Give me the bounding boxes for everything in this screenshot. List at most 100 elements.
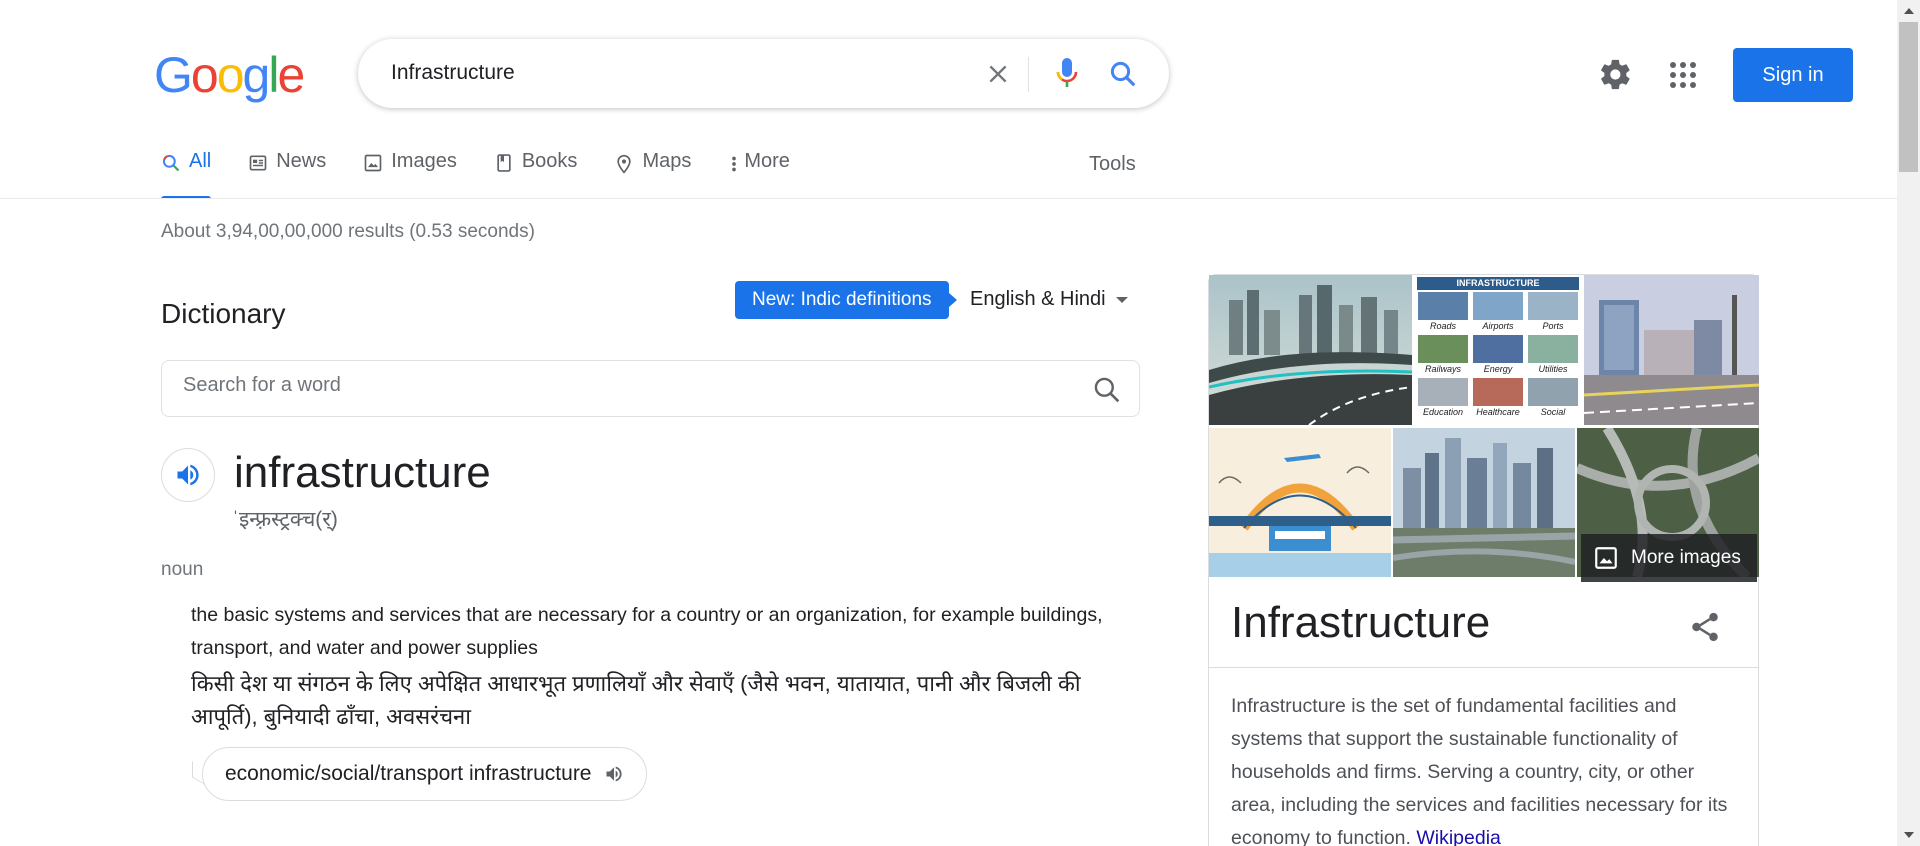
search-submit-button[interactable] (1105, 56, 1141, 92)
tools-button[interactable]: Tools (1089, 153, 1136, 176)
language-label: English & Hindi (970, 288, 1106, 310)
buildings-image (1584, 275, 1759, 425)
wikipedia-link[interactable]: Wikipedia (1416, 827, 1501, 846)
bridge-illustration (1209, 428, 1391, 577)
search-divider (1028, 57, 1029, 92)
definition-hindi: किसी देश या संगठन के लिए अपेक्षित आधारभू… (191, 671, 1081, 729)
google-apps-button[interactable] (1668, 60, 1698, 90)
sign-in-button[interactable]: Sign in (1733, 48, 1853, 102)
tab-more[interactable]: More (728, 150, 790, 199)
example-usage[interactable]: economic/social/transport infrastructure (202, 747, 647, 801)
speaker-icon (177, 464, 199, 486)
image-city-overpass[interactable] (1393, 428, 1575, 577)
part-of-speech: noun (161, 559, 204, 580)
logo-letter: l (268, 47, 279, 103)
tab-label: Images (391, 150, 457, 172)
speaker-icon[interactable] (604, 764, 624, 784)
collage-label: Energy (1483, 364, 1513, 374)
example-text: economic/social/transport infrastructure (225, 762, 592, 785)
apps-dot (1690, 62, 1696, 68)
logo-letter: e (277, 47, 305, 103)
definition-english: the basic systems and services that are … (191, 604, 1103, 659)
more-images-button[interactable]: More images (1581, 534, 1757, 582)
collage-label: Railways (1424, 364, 1461, 374)
collage-label: Airports (1482, 321, 1514, 331)
city-image (1393, 428, 1575, 577)
tab-label: Books (521, 150, 578, 172)
knowledge-panel-description: Infrastructure is the set of fundamental… (1231, 690, 1741, 846)
language-selector[interactable]: English & Hindi (970, 288, 1128, 311)
search-tabs: All News Images Books Maps More (161, 150, 827, 200)
apps-dot (1670, 72, 1676, 78)
more-vert-icon (732, 156, 737, 172)
collage-label: Ports (1542, 321, 1564, 331)
dictionary-search-input[interactable] (183, 374, 1043, 397)
collage-tiles (1418, 292, 1578, 406)
logo-letter: g (242, 47, 271, 103)
share-icon[interactable] (1688, 610, 1722, 644)
arrow-up-icon (1903, 8, 1914, 14)
collage-label: Social (1540, 407, 1566, 417)
image-icon (1595, 547, 1617, 569)
image-highway[interactable] (1209, 275, 1412, 425)
scrollbar-thumb[interactable] (1899, 22, 1918, 172)
scroll-up-button[interactable] (1897, 0, 1920, 22)
tab-news[interactable]: News (248, 150, 326, 199)
logo-letter: o (190, 47, 219, 103)
apps-dot (1680, 62, 1686, 68)
image-bridge-illustration[interactable] (1209, 428, 1391, 577)
map-pin-icon (617, 154, 632, 174)
tab-label: More (744, 150, 790, 172)
description-text: Infrastructure is the set of fundamental… (1231, 695, 1728, 846)
image-infrastructure-collage[interactable]: INFRASTRUCTURE Roads Airports Ports Rail… (1414, 275, 1582, 425)
image-modern-buildings[interactable] (1584, 275, 1759, 425)
apps-dot (1680, 82, 1686, 88)
logo-letter: G (154, 47, 193, 103)
indic-definitions-badge[interactable]: New: Indic definitions (735, 281, 957, 319)
collage-label: Healthcare (1476, 407, 1520, 417)
dictionary-search-box[interactable] (161, 360, 1140, 417)
collage-label: Education (1422, 407, 1464, 417)
phonetic-spelling: ˈइन्फ़्रस्ट्रक्च(र्) (232, 508, 338, 531)
chevron-down-icon (1115, 296, 1128, 303)
logo-letter: o (216, 47, 245, 103)
apps-dot (1670, 82, 1676, 88)
collage-label: Utilities (1538, 364, 1568, 374)
tab-books[interactable]: Books (494, 150, 578, 199)
image-icon (364, 154, 382, 172)
result-stats: About 3,94,00,00,000 results (0.53 secon… (161, 221, 535, 242)
apps-dot (1670, 62, 1676, 68)
apps-dot (1690, 82, 1696, 88)
arrow-down-icon (1903, 832, 1914, 838)
dictionary-word: infrastructure (234, 448, 491, 497)
gear-icon (1601, 59, 1630, 90)
more-images-label: More images (1631, 547, 1741, 568)
search-icon (162, 154, 180, 172)
collage-label: Roads (1429, 321, 1456, 331)
tab-label: All (189, 150, 212, 172)
tab-label: Maps (642, 150, 692, 172)
dictionary-heading: Dictionary (161, 298, 286, 329)
knowledge-panel-title: Infrastructure (1231, 598, 1491, 647)
scroll-down-button[interactable] (1897, 824, 1920, 846)
news-icon (249, 155, 267, 171)
book-icon (497, 154, 511, 172)
tab-all[interactable]: All (161, 150, 212, 199)
search-box[interactable]: Infrastructure (358, 39, 1169, 108)
pronunciation-button[interactable] (161, 448, 215, 502)
close-icon (989, 65, 1006, 82)
google-logo[interactable]: Google (154, 47, 305, 103)
microphone-icon (1056, 58, 1077, 87)
search-input[interactable]: Infrastructure (391, 61, 515, 85)
tab-images[interactable]: Images (363, 150, 457, 199)
knowledge-panel-divider (1208, 667, 1759, 668)
apps-dot (1690, 72, 1696, 78)
apps-dot (1680, 72, 1686, 78)
highway-image (1209, 275, 1412, 425)
tab-maps[interactable]: Maps (614, 150, 691, 199)
search-icon[interactable] (1091, 374, 1123, 406)
search-icon (1110, 61, 1136, 87)
voice-search-button[interactable] (1049, 54, 1084, 94)
settings-button[interactable] (1598, 57, 1633, 92)
clear-search-button[interactable] (982, 58, 1013, 89)
